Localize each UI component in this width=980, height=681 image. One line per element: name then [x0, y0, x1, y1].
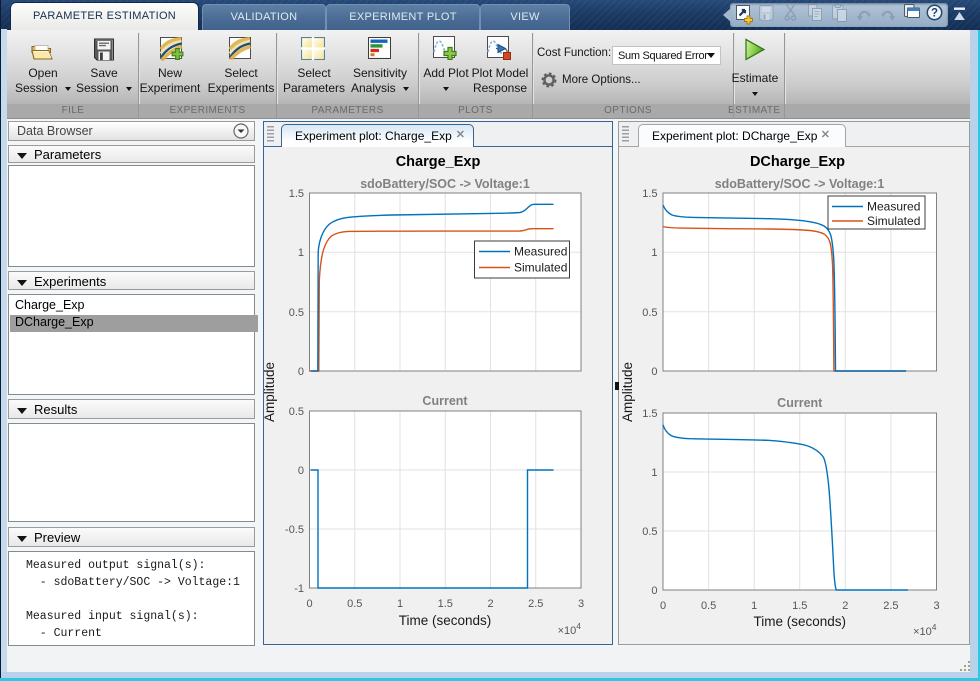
svg-text:1: 1 — [751, 600, 757, 612]
svg-text:3: 3 — [933, 600, 939, 612]
svg-text:1.5: 1.5 — [438, 598, 453, 610]
svg-text:Amplitude: Amplitude — [620, 362, 635, 422]
svg-text:2.5: 2.5 — [883, 600, 898, 612]
svg-text:1.5: 1.5 — [792, 600, 807, 612]
svg-text:0: 0 — [298, 366, 304, 378]
svg-text:0.5: 0.5 — [289, 406, 304, 418]
svg-text:sdoBattery/SOC -> Voltage:1: sdoBattery/SOC -> Voltage:1 — [360, 177, 530, 191]
svg-text:1: 1 — [651, 467, 657, 479]
svg-text:?: ? — [931, 8, 938, 20]
svg-text:2: 2 — [842, 600, 848, 612]
svg-text:0.5: 0.5 — [642, 307, 657, 319]
svg-text:3: 3 — [578, 598, 584, 610]
svg-text:×104: ×104 — [558, 621, 582, 637]
svg-text:Current: Current — [777, 396, 823, 410]
svg-text:Measured: Measured — [514, 245, 567, 259]
svg-text:Measured: Measured — [867, 200, 920, 214]
svg-text:1: 1 — [651, 247, 657, 259]
svg-text:-0.5: -0.5 — [285, 524, 304, 536]
svg-text:×104: ×104 — [913, 622, 937, 638]
svg-text:DCharge_Exp: DCharge_Exp — [750, 154, 845, 170]
svg-text:Simulated: Simulated — [514, 261, 567, 275]
svg-text:1: 1 — [397, 598, 403, 610]
svg-text:0.5: 0.5 — [701, 600, 716, 612]
svg-text:2: 2 — [487, 598, 493, 610]
svg-text:Charge_Exp: Charge_Exp — [396, 154, 481, 170]
svg-text:Time (seconds): Time (seconds) — [753, 614, 846, 629]
svg-text:0.5: 0.5 — [289, 307, 304, 319]
svg-text:sdoBattery/SOC -> Voltage:1: sdoBattery/SOC -> Voltage:1 — [715, 177, 885, 191]
svg-text:1: 1 — [298, 247, 304, 259]
svg-text:Current: Current — [422, 394, 468, 408]
svg-text:0: 0 — [660, 600, 666, 612]
svg-text:0.5: 0.5 — [347, 598, 362, 610]
svg-text:-1: -1 — [294, 583, 304, 595]
svg-text:0: 0 — [651, 585, 657, 597]
svg-text:Amplitude: Amplitude — [263, 362, 277, 422]
svg-text:0: 0 — [651, 366, 657, 378]
svg-text:1.5: 1.5 — [642, 188, 657, 200]
svg-text:0: 0 — [298, 465, 304, 477]
svg-text:1.5: 1.5 — [289, 188, 304, 200]
svg-text:2.5: 2.5 — [528, 598, 543, 610]
svg-text:Simulated: Simulated — [867, 214, 920, 228]
svg-text:Time (seconds): Time (seconds) — [399, 613, 492, 628]
svg-text:0: 0 — [306, 598, 312, 610]
svg-text:1.5: 1.5 — [642, 408, 657, 420]
svg-text:0.5: 0.5 — [642, 526, 657, 538]
